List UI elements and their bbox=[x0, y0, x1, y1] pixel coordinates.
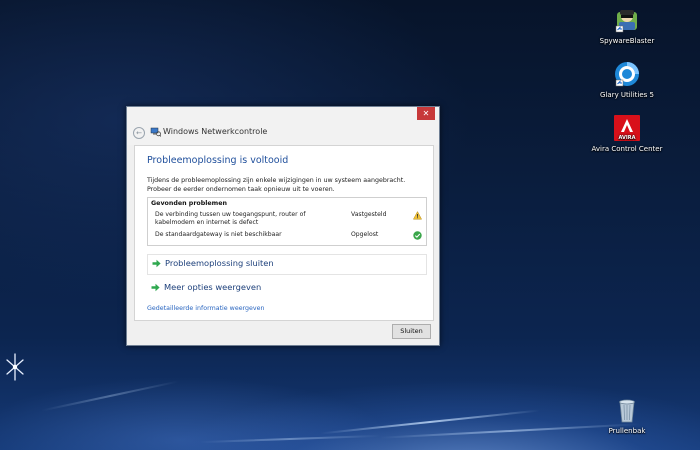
problem-status: Opgelost bbox=[351, 231, 379, 238]
avira-logo-text: AVIRA bbox=[619, 135, 636, 141]
green-arrow-icon bbox=[152, 259, 161, 268]
problem-text: De verbinding tussen uw toegangspunt, ro… bbox=[155, 211, 306, 226]
network-diagnostics-icon bbox=[150, 127, 161, 137]
wallpaper-streak bbox=[41, 380, 179, 412]
desktop-icon-avira[interactable]: AVIRA Avira Control Center bbox=[582, 114, 672, 153]
desktop-icon-label: SpywareBlaster bbox=[599, 37, 655, 45]
problems-found-box: Gevonden problemen De verbinding tussen … bbox=[147, 197, 427, 246]
warning-icon bbox=[413, 211, 422, 220]
detailed-info-link[interactable]: Gedetailleerde informatie weergeven bbox=[147, 305, 265, 312]
desktop-icon-label: Glary Utilities 5 bbox=[600, 91, 654, 99]
avira-icon: AVIRA bbox=[614, 115, 640, 141]
window-close-button[interactable]: ✕ bbox=[417, 107, 435, 120]
check-icon bbox=[413, 231, 422, 240]
desktop-icon-recycle-bin[interactable]: Prullenbak bbox=[582, 396, 672, 435]
desktop-icon-label: Avira Control Center bbox=[591, 145, 663, 153]
wallpaper-sparkle-icon bbox=[6, 353, 24, 381]
problem-status: Vastgesteld bbox=[351, 211, 387, 218]
window-titlebar[interactable]: ✕ ← Windows Netwerkcontrole bbox=[127, 107, 439, 145]
desktop-icon-spywareblaster[interactable]: SpywareBlaster bbox=[582, 6, 672, 45]
desktop-icon-label: Prullenbak bbox=[608, 427, 646, 435]
description-text: Tijdens de probleemoplossing zijn enkele… bbox=[147, 177, 406, 193]
more-options-command[interactable]: Meer opties weergeven bbox=[147, 279, 425, 298]
problem-text: De standaardgateway is niet beschikbaar bbox=[155, 231, 282, 238]
close-button[interactable]: Sluiten bbox=[392, 324, 431, 339]
desktop: SpywareBlaster Glary Utilities 5 AVIRA A… bbox=[0, 0, 700, 450]
back-arrow-icon[interactable]: ← bbox=[133, 127, 145, 139]
recycle-bin-icon bbox=[619, 399, 635, 423]
spywareblaster-icon bbox=[615, 10, 637, 33]
green-arrow-icon bbox=[151, 283, 160, 292]
command-label: Meer opties weergeven bbox=[164, 282, 262, 292]
glary-utilities-icon bbox=[615, 62, 639, 87]
page-title: Probleemoplossing is voltooid bbox=[147, 155, 289, 166]
close-troubleshooter-command[interactable]: Probleemoplossing sluiten bbox=[147, 254, 427, 275]
problems-header: Gevonden problemen bbox=[151, 200, 227, 207]
network-diagnostics-window: ✕ ← Windows Netwerkcontrole Probleemoplo… bbox=[126, 106, 440, 346]
command-label: Probleemoplossing sluiten bbox=[165, 258, 274, 268]
desktop-icon-glary-utilities[interactable]: Glary Utilities 5 bbox=[582, 60, 672, 99]
wallpaper-streak bbox=[200, 434, 380, 444]
window-content: Probleemoplossing is voltooid Tijdens de… bbox=[134, 145, 434, 321]
window-title: Windows Netwerkcontrole bbox=[163, 127, 268, 136]
